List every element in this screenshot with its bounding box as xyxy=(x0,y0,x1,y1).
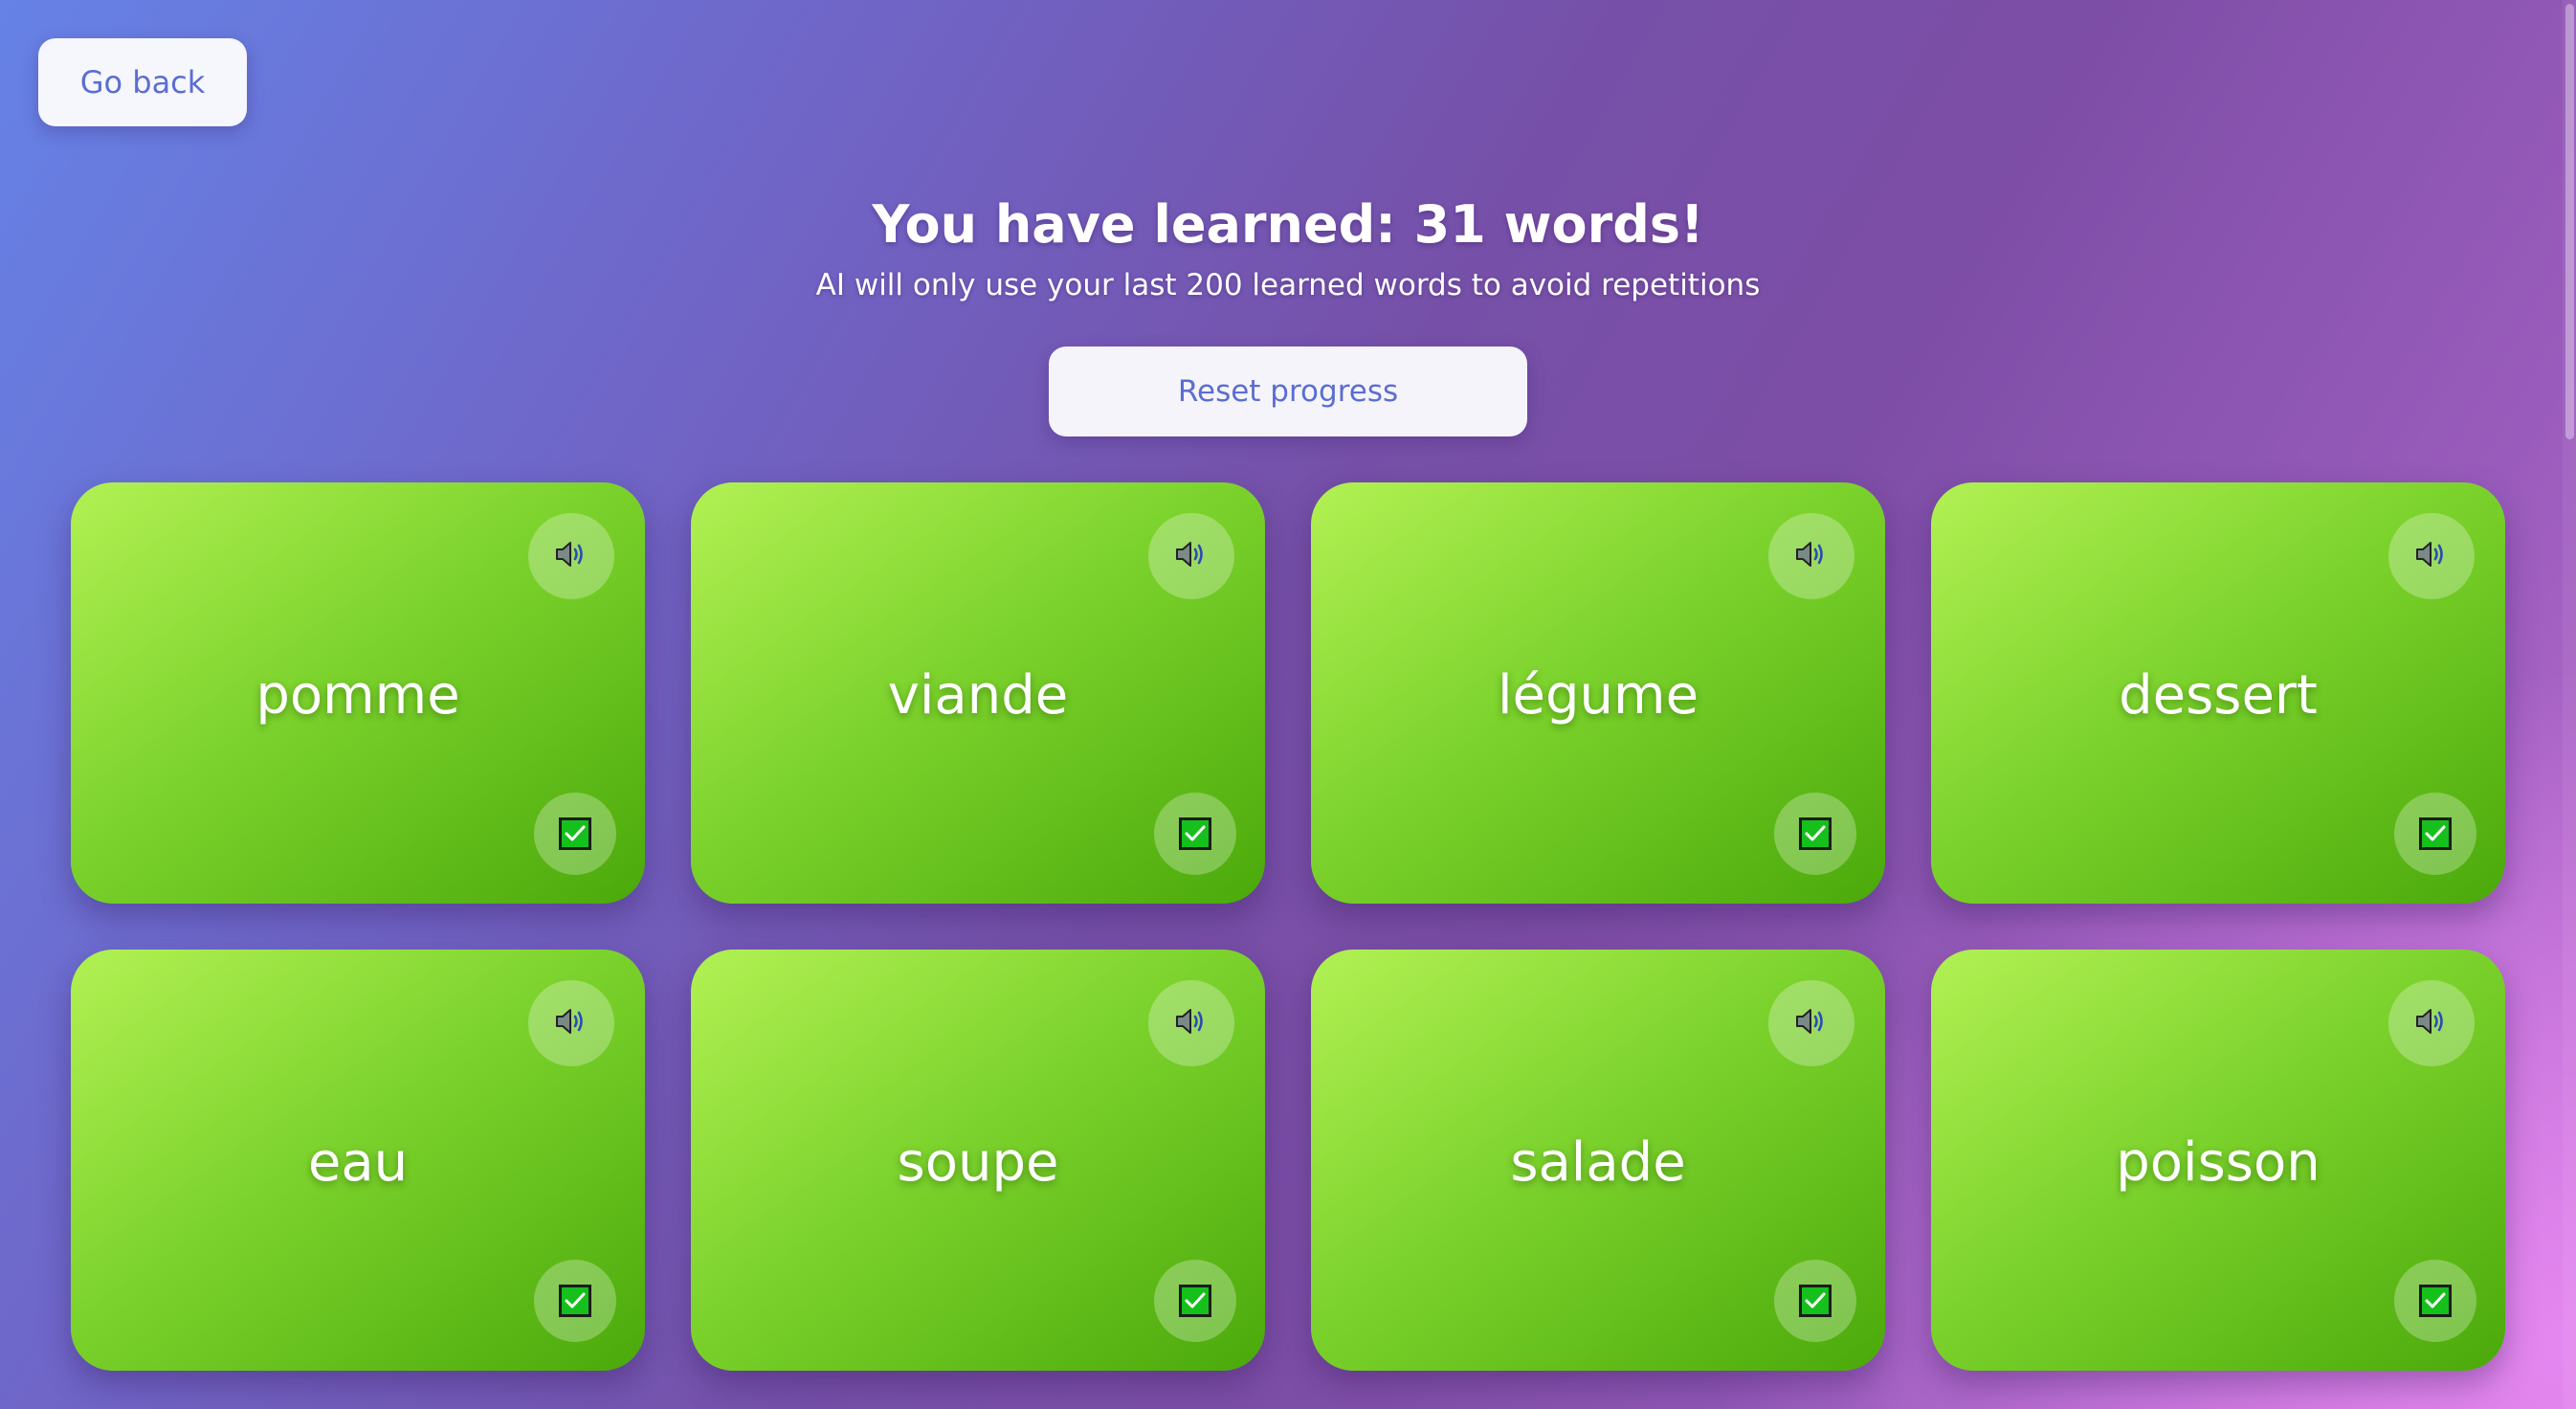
checkbox-checked-icon xyxy=(2419,1285,2452,1317)
speak-button[interactable] xyxy=(1768,513,1854,599)
checkbox-checked-icon xyxy=(1799,817,1832,850)
word-card-grid: pomme viande légume dessert eau soupe sa… xyxy=(71,482,2505,1371)
speaker-icon xyxy=(1174,540,1209,572)
speaker-icon xyxy=(554,540,588,572)
word-card[interactable]: eau xyxy=(71,950,645,1371)
speak-button[interactable] xyxy=(1148,513,1234,599)
mark-learned-button[interactable] xyxy=(1154,793,1236,875)
checkbox-checked-icon xyxy=(2419,817,2452,850)
scrollbar-thumb[interactable] xyxy=(2565,4,2574,439)
speak-button[interactable] xyxy=(2388,513,2475,599)
page-scrollbar[interactable] xyxy=(2563,0,2576,1409)
go-back-button[interactable]: Go back xyxy=(38,38,247,126)
word-card[interactable]: soupe xyxy=(691,950,1265,1371)
word-card[interactable]: pomme xyxy=(71,482,645,904)
speak-button[interactable] xyxy=(528,980,614,1066)
speak-button[interactable] xyxy=(1768,980,1854,1066)
learned-words-note: AI will only use your last 200 learned w… xyxy=(815,268,1761,302)
speaker-icon xyxy=(1794,1007,1829,1040)
word-card[interactable]: viande xyxy=(691,482,1265,904)
mark-learned-button[interactable] xyxy=(534,1260,616,1342)
mark-learned-button[interactable] xyxy=(2394,1260,2476,1342)
mark-learned-button[interactable] xyxy=(534,793,616,875)
checkbox-checked-icon xyxy=(1179,1285,1211,1317)
header: You have learned: 31 words! AI will only… xyxy=(0,191,2576,306)
reset-progress-button[interactable]: Reset progress xyxy=(1049,347,1527,436)
checkbox-checked-icon xyxy=(559,817,591,850)
word-card[interactable]: légume xyxy=(1311,482,1885,904)
mark-learned-button[interactable] xyxy=(1154,1260,1236,1342)
speak-button[interactable] xyxy=(2388,980,2475,1066)
mark-learned-button[interactable] xyxy=(1774,1260,1856,1342)
speaker-icon xyxy=(554,1007,588,1040)
mark-learned-button[interactable] xyxy=(1774,793,1856,875)
speaker-icon xyxy=(2414,1007,2449,1040)
word-card[interactable]: poisson xyxy=(1931,950,2505,1371)
word-card[interactable]: salade xyxy=(1311,950,1885,1371)
checkbox-checked-icon xyxy=(559,1285,591,1317)
checkbox-checked-icon xyxy=(1799,1285,1832,1317)
speak-button[interactable] xyxy=(1148,980,1234,1066)
speak-button[interactable] xyxy=(528,513,614,599)
word-card[interactable]: dessert xyxy=(1931,482,2505,904)
speaker-icon xyxy=(2414,540,2449,572)
mark-learned-button[interactable] xyxy=(2394,793,2476,875)
speaker-icon xyxy=(1794,540,1829,572)
checkbox-checked-icon xyxy=(1179,817,1211,850)
speaker-icon xyxy=(1174,1007,1209,1040)
learned-count-title: You have learned: 31 words! xyxy=(872,194,1704,255)
